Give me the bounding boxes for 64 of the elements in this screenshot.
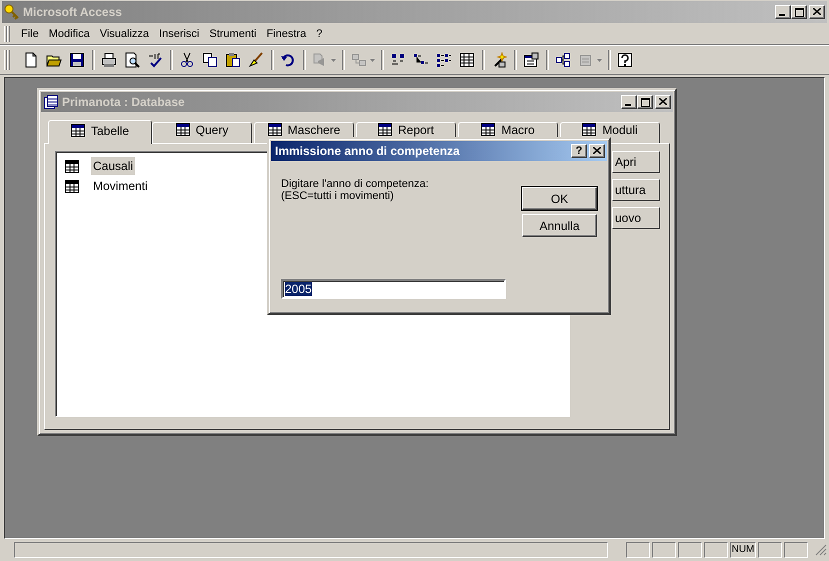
side-button[interactable]: uovo bbox=[612, 207, 660, 229]
menubar-grip[interactable] bbox=[4, 26, 10, 42]
maximize-icon bbox=[640, 98, 650, 107]
resize-grip-icon[interactable] bbox=[815, 544, 827, 556]
close-icon bbox=[659, 98, 667, 105]
menu-item[interactable]: ? bbox=[311, 28, 328, 40]
status-panel bbox=[758, 542, 782, 558]
menu-item[interactable]: Strumenti bbox=[204, 28, 262, 40]
print-icon bbox=[101, 52, 117, 68]
cut-icon bbox=[179, 52, 195, 68]
prompt-text: Digitare l'anno di competenza: bbox=[281, 178, 430, 190]
relationships-icon bbox=[555, 52, 571, 68]
help-button[interactable]: ? bbox=[571, 144, 587, 158]
close-icon bbox=[813, 8, 821, 15]
status-indicator: NUM bbox=[730, 542, 756, 558]
paste-icon bbox=[225, 52, 241, 68]
details-icon bbox=[459, 52, 475, 68]
spelling-icon bbox=[147, 52, 163, 68]
window-title: Primanota : Database bbox=[62, 95, 185, 109]
status-panel bbox=[704, 542, 728, 558]
copy-icon bbox=[202, 52, 218, 68]
list-icon bbox=[436, 52, 452, 68]
status-panel bbox=[678, 542, 702, 558]
window-title: Microsoft Access bbox=[23, 5, 122, 19]
ok-button[interactable]: OK bbox=[522, 187, 597, 210]
tab[interactable]: Tabelle bbox=[48, 120, 152, 144]
menu-item[interactable]: Modifica bbox=[44, 28, 95, 40]
prompt-text: (ESC=tutti i movimenti) bbox=[281, 190, 395, 202]
input-field[interactable]: 2005 bbox=[281, 279, 506, 299]
caret-icon bbox=[370, 58, 375, 62]
table-icon bbox=[70, 124, 85, 137]
side-button[interactable]: Apri bbox=[612, 151, 660, 173]
key-icon bbox=[4, 4, 20, 20]
list-item[interactable]: Causali bbox=[91, 157, 136, 175]
save-icon bbox=[69, 52, 85, 68]
side-button[interactable]: uttura bbox=[612, 179, 660, 201]
close-button[interactable] bbox=[589, 144, 605, 158]
brush-icon bbox=[248, 52, 264, 68]
list-item[interactable]: Movimenti bbox=[91, 177, 150, 195]
new-file-icon bbox=[23, 52, 39, 68]
menu-item[interactable]: Finestra bbox=[261, 28, 312, 40]
properties-icon bbox=[523, 52, 539, 68]
caret-icon bbox=[331, 58, 336, 62]
status-panel bbox=[784, 542, 808, 558]
status-panel bbox=[626, 542, 650, 558]
status-panel bbox=[652, 542, 676, 558]
analyze-icon bbox=[351, 52, 367, 68]
cancel-button[interactable]: Annulla bbox=[522, 214, 597, 237]
menu-item[interactable]: File bbox=[16, 28, 44, 40]
print-preview-icon bbox=[124, 52, 140, 68]
table-icon bbox=[65, 160, 79, 172]
new-object-icon bbox=[578, 52, 594, 68]
help-icon bbox=[617, 52, 633, 68]
menu-item[interactable]: Inserisci bbox=[154, 28, 204, 40]
maximize-icon bbox=[794, 8, 804, 17]
tab[interactable]: Query bbox=[152, 122, 252, 143]
menu-item[interactable]: Visualizza bbox=[94, 28, 154, 40]
caret-icon bbox=[597, 58, 602, 62]
database-icon bbox=[43, 94, 59, 110]
close-icon bbox=[593, 147, 601, 154]
toolbar-grip[interactable] bbox=[4, 50, 10, 70]
table-icon bbox=[65, 180, 79, 192]
undo-icon bbox=[280, 52, 296, 68]
dialog-title: Immissione anno di competenza bbox=[274, 144, 460, 158]
